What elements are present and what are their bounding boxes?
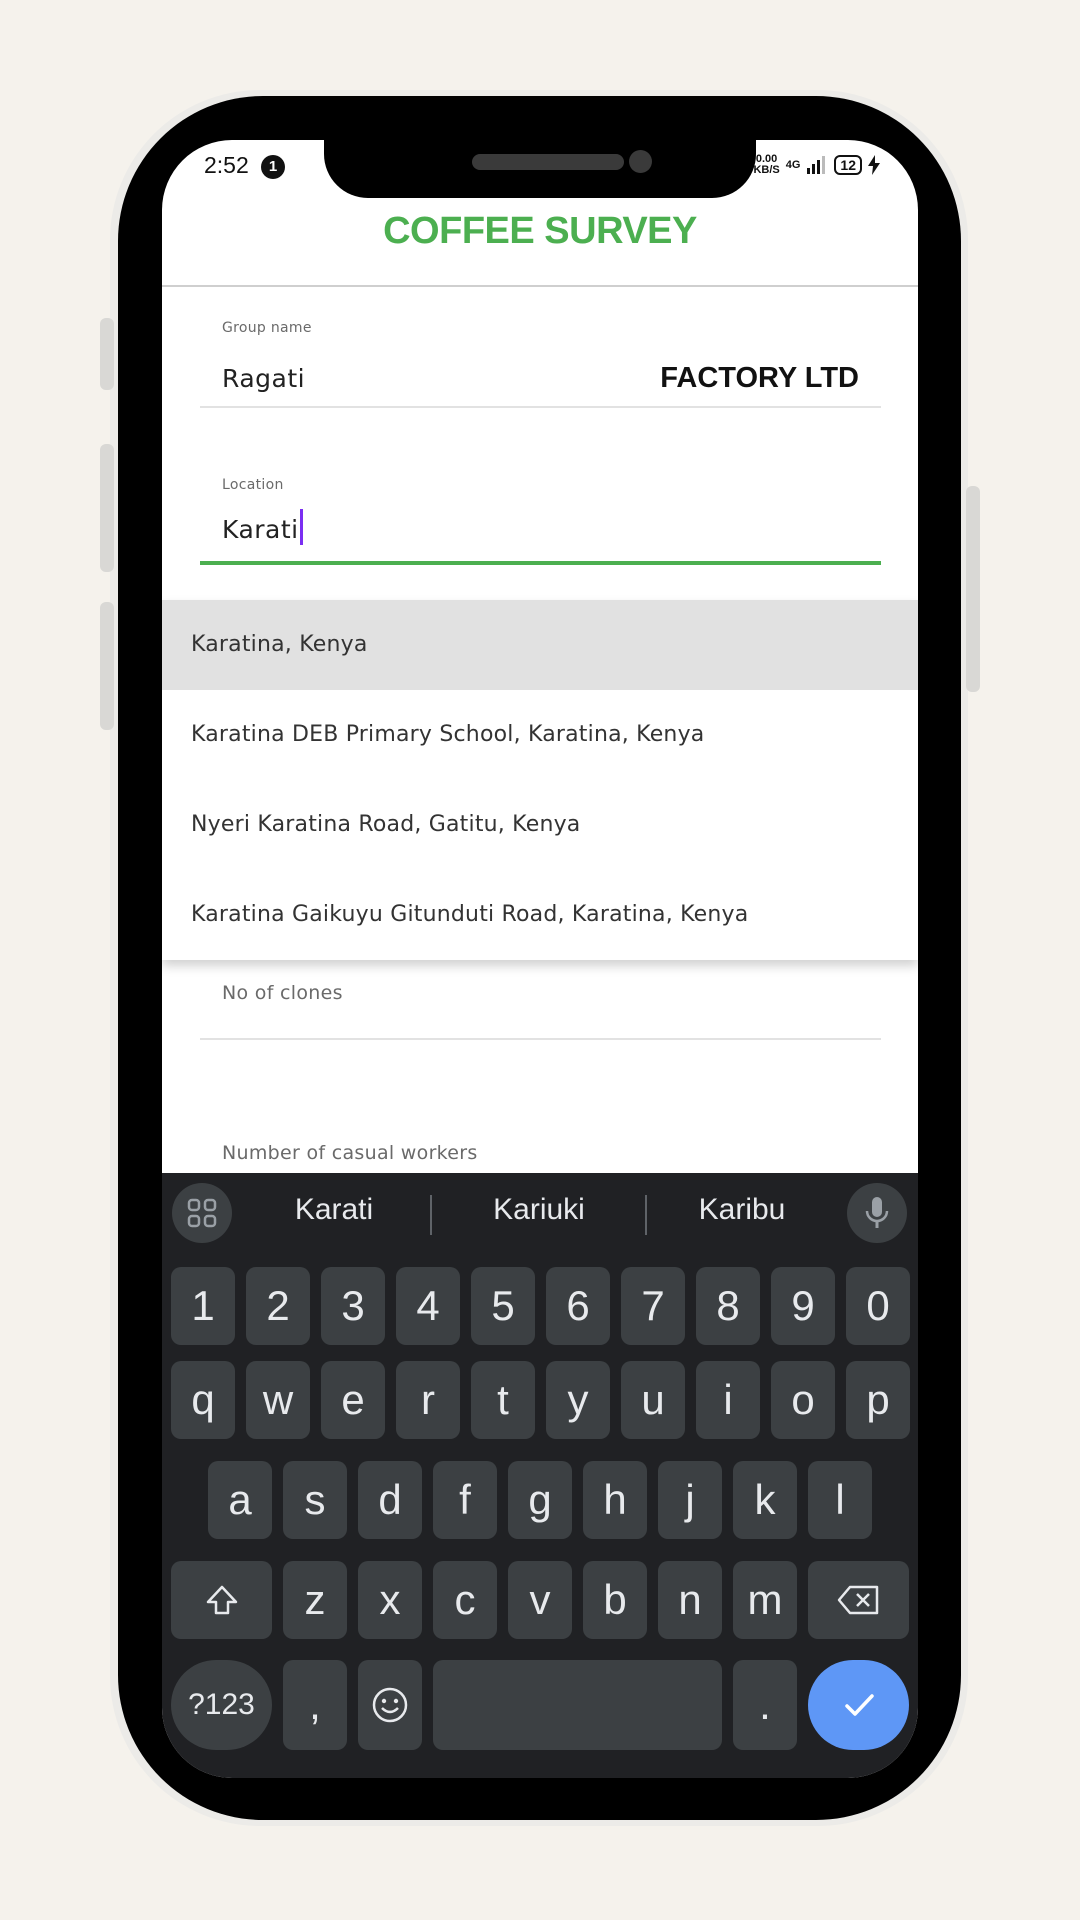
casual-workers-field[interactable]: Number of casual workers (200, 1142, 881, 1172)
enter-key[interactable] (808, 1660, 909, 1750)
key[interactable]: 4 (396, 1267, 460, 1345)
apps-grid-icon[interactable] (172, 1183, 232, 1243)
charging-icon (868, 155, 880, 175)
volume-up-button (100, 318, 114, 390)
key[interactable]: 6 (546, 1267, 610, 1345)
key[interactable]: 8 (696, 1267, 760, 1345)
text-cursor (299, 509, 303, 545)
group-name-field[interactable]: Group name Ragati FACTORY LTD (200, 320, 881, 410)
key[interactable]: s (283, 1461, 347, 1539)
casual-workers-label: Number of casual workers (222, 1142, 478, 1164)
location-input[interactable]: Karati (222, 509, 303, 545)
key[interactable]: d (358, 1461, 422, 1539)
location-label: Location (222, 477, 284, 493)
power-button (966, 486, 980, 692)
key[interactable]: o (771, 1361, 835, 1439)
key[interactable]: y (546, 1361, 610, 1439)
key[interactable]: 1 (171, 1267, 235, 1345)
suggestion-item[interactable]: Karatina, Kenya (162, 600, 918, 690)
notification-badge: 1 (261, 155, 285, 179)
suggestion-item[interactable]: Nyeri Karatina Road, Gatitu, Kenya (162, 780, 918, 870)
key[interactable]: q (171, 1361, 235, 1439)
network-type: 4G (785, 159, 801, 171)
status-icons: 0.00 KB/S 4G 12 (753, 154, 880, 176)
volume-down-button (100, 444, 114, 572)
key[interactable]: v (508, 1561, 572, 1639)
key[interactable]: a (208, 1461, 272, 1539)
location-suggestions: Karatina, Kenya Karatina DEB Primary Sch… (162, 600, 918, 960)
soft-keyboard: Karati Kariuki Karibu 1 2 3 4 5 6 7 8 9 (162, 1173, 918, 1778)
clones-field[interactable]: No of clones (200, 982, 881, 1052)
key[interactable]: x (358, 1561, 422, 1639)
location-field[interactable]: Location Karati (200, 477, 881, 567)
comma-key[interactable]: , (283, 1660, 347, 1750)
symbols-key[interactable]: ?123 (171, 1660, 272, 1750)
group-name-underline (200, 406, 881, 408)
keyboard-suggestion[interactable]: Kariuki (449, 1193, 629, 1227)
key[interactable]: k (733, 1461, 797, 1539)
key[interactable]: n (658, 1561, 722, 1639)
suggestion-separator (645, 1195, 647, 1235)
keyboard-suggestion[interactable]: Karibu (652, 1193, 832, 1227)
clones-underline (200, 1038, 881, 1040)
shift-key[interactable] (171, 1561, 272, 1639)
key[interactable]: r (396, 1361, 460, 1439)
clones-label: No of clones (222, 982, 343, 1004)
keyboard-suggestion[interactable]: Karati (244, 1193, 424, 1227)
key[interactable]: w (246, 1361, 310, 1439)
side-button (100, 602, 114, 730)
group-name-label: Group name (222, 320, 312, 336)
signal-icon (807, 156, 826, 174)
key[interactable]: u (621, 1361, 685, 1439)
keyboard-toolbar: Karati Kariuki Karibu (162, 1173, 918, 1253)
key[interactable]: 5 (471, 1267, 535, 1345)
space-key[interactable] (433, 1660, 722, 1750)
key[interactable]: e (321, 1361, 385, 1439)
key[interactable]: i (696, 1361, 760, 1439)
suggestion-item[interactable]: Karatina Gaikuyu Gitunduti Road, Karatin… (162, 870, 918, 960)
group-name-value: Ragati (222, 364, 306, 393)
key[interactable]: 2 (246, 1267, 310, 1345)
key[interactable]: m (733, 1561, 797, 1639)
suggestion-separator (430, 1195, 432, 1235)
key[interactable]: c (433, 1561, 497, 1639)
key[interactable]: b (583, 1561, 647, 1639)
backspace-icon (837, 1585, 878, 1615)
key[interactable]: h (583, 1461, 647, 1539)
header-divider (162, 285, 918, 287)
key[interactable]: 9 (771, 1267, 835, 1345)
key[interactable]: f (433, 1461, 497, 1539)
emoji-icon (372, 1687, 408, 1723)
checkmark-icon (844, 1694, 874, 1716)
network-speed: 0.00 KB/S (753, 153, 780, 176)
app-title: COFFEE SURVEY (383, 210, 697, 252)
period-key[interactable]: . (733, 1660, 797, 1750)
key[interactable]: p (846, 1361, 910, 1439)
key[interactable]: l (808, 1461, 872, 1539)
screen: 2:52 1 0.00 KB/S 4G 12 COFFEE SURVEY Gro… (162, 140, 918, 1778)
speaker (472, 154, 624, 170)
location-underline (200, 561, 881, 565)
key[interactable]: 0 (846, 1267, 910, 1345)
key[interactable]: z (283, 1561, 347, 1639)
group-name-suffix: FACTORY LTD (660, 362, 859, 394)
battery-icon: 12 (834, 155, 862, 175)
key[interactable]: 7 (621, 1267, 685, 1345)
key[interactable]: 3 (321, 1267, 385, 1345)
shift-icon (206, 1585, 237, 1615)
key[interactable]: j (658, 1461, 722, 1539)
suggestion-item[interactable]: Karatina DEB Primary School, Karatina, K… (162, 690, 918, 780)
microphone-icon[interactable] (847, 1183, 907, 1243)
key[interactable]: t (471, 1361, 535, 1439)
status-time: 2:52 (204, 152, 249, 178)
backspace-key[interactable] (808, 1561, 909, 1639)
front-camera (629, 150, 652, 173)
emoji-key[interactable] (358, 1660, 422, 1750)
key[interactable]: g (508, 1461, 572, 1539)
